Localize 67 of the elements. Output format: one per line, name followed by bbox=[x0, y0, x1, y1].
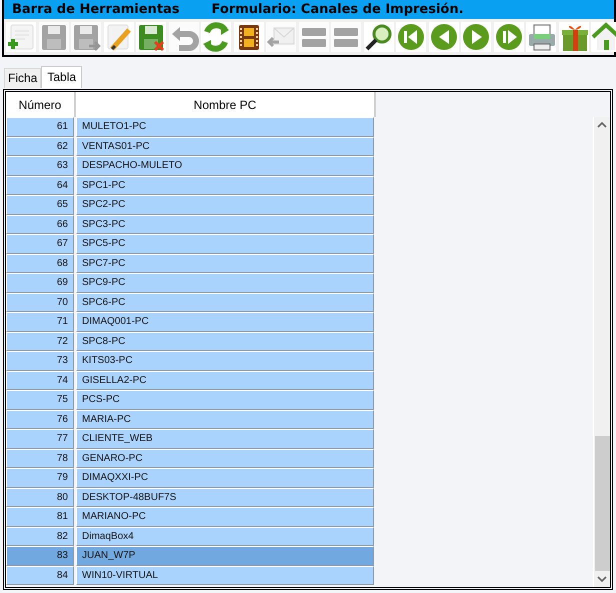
next-icon[interactable] bbox=[461, 22, 491, 52]
new-document-icon[interactable] bbox=[6, 22, 36, 52]
table-cell: 67 bbox=[6, 234, 74, 254]
table-cell: SPC1-PC bbox=[76, 176, 374, 195]
table-cell: 73 bbox=[6, 351, 74, 370]
table-cell: 63 bbox=[6, 156, 74, 176]
floppy-disk-cross-icon[interactable] bbox=[136, 22, 166, 52]
table-cell: MARIANO-PC bbox=[76, 507, 374, 526]
table-cell: SPC7-PC bbox=[76, 254, 374, 273]
table-cell: VENTAS01-PC bbox=[76, 136, 374, 156]
pencil-icon[interactable] bbox=[104, 22, 134, 52]
table-cell: 66 bbox=[6, 214, 74, 234]
table-cell: DimaqBox4 bbox=[76, 526, 374, 546]
table-cell: DIMAQXXI-PC bbox=[76, 468, 374, 488]
table-cell: DESKTOP-48BUF7S bbox=[76, 488, 374, 507]
table-cell: KITS03-PC bbox=[76, 351, 374, 370]
table-cell: 64 bbox=[6, 176, 74, 195]
table-cell: MARIA-PC bbox=[76, 410, 374, 429]
tab[interactable]: Ficha bbox=[4, 68, 42, 88]
table-cell: 81 bbox=[6, 507, 74, 526]
scroll-up-icon[interactable] bbox=[597, 121, 607, 129]
scroll-down-icon[interactable] bbox=[597, 575, 607, 583]
table-cell: 62 bbox=[6, 136, 74, 156]
table-cell: PCS-PC bbox=[76, 390, 374, 410]
tab[interactable]: Tabla bbox=[41, 66, 82, 88]
table-cell: 68 bbox=[6, 254, 74, 273]
table-cell: 69 bbox=[6, 273, 74, 292]
table-cell: SPC3-PC bbox=[76, 214, 374, 234]
vertical-scrollbar[interactable] bbox=[593, 117, 610, 587]
previous-icon[interactable] bbox=[428, 22, 458, 52]
table-cell: WIN10-VIRTUAL bbox=[76, 566, 374, 585]
table-cell: CLIENTE_WEB bbox=[76, 429, 374, 448]
table-cell: MULETO1-PC bbox=[76, 117, 374, 136]
table-cell: SPC9-PC bbox=[76, 273, 374, 292]
table-cell: 71 bbox=[6, 312, 74, 332]
table-cell: DESPACHO-MULETO bbox=[76, 156, 374, 176]
scroll-thumb[interactable] bbox=[595, 436, 610, 571]
table-cell: GISELLA2-PC bbox=[76, 370, 374, 390]
table-cell: 84 bbox=[6, 566, 74, 585]
film-strip-icon[interactable] bbox=[234, 22, 264, 52]
table-cell: 70 bbox=[6, 292, 74, 312]
table-cell: 80 bbox=[6, 488, 74, 507]
table-cell: GENARO-PC bbox=[76, 448, 374, 468]
table-cell: 65 bbox=[6, 195, 74, 214]
table-cell: 78 bbox=[6, 448, 74, 468]
form-title: Formulario: Canales de Impresión. bbox=[212, 2, 464, 17]
table-cell: SPC8-PC bbox=[76, 332, 374, 351]
table-cell: 75 bbox=[6, 390, 74, 410]
table-cell: SPC6-PC bbox=[76, 292, 374, 312]
gift-icon[interactable] bbox=[558, 22, 588, 52]
toolbar-title: Barra de Herramientas bbox=[12, 2, 180, 17]
table-cell: SPC2-PC bbox=[76, 195, 374, 214]
table-cell: 76 bbox=[6, 410, 74, 429]
table-cell: 82 bbox=[6, 526, 74, 546]
table-cell: 72 bbox=[6, 332, 74, 351]
printer-icon[interactable] bbox=[526, 22, 556, 52]
table-cell: 79 bbox=[6, 468, 74, 488]
table-cell: 77 bbox=[6, 429, 74, 448]
table-cell: 74 bbox=[6, 370, 74, 390]
last-record-icon[interactable] bbox=[494, 22, 524, 52]
table-cell: JUAN_W7P bbox=[76, 546, 374, 566]
table-cell: 83 bbox=[6, 546, 74, 566]
search-icon[interactable] bbox=[364, 22, 394, 52]
home-icon[interactable] bbox=[591, 22, 616, 52]
table-cell: DIMAQ001-PC bbox=[76, 312, 374, 332]
table-cell: SPC5-PC bbox=[76, 234, 374, 254]
table-cell: 61 bbox=[6, 117, 74, 136]
